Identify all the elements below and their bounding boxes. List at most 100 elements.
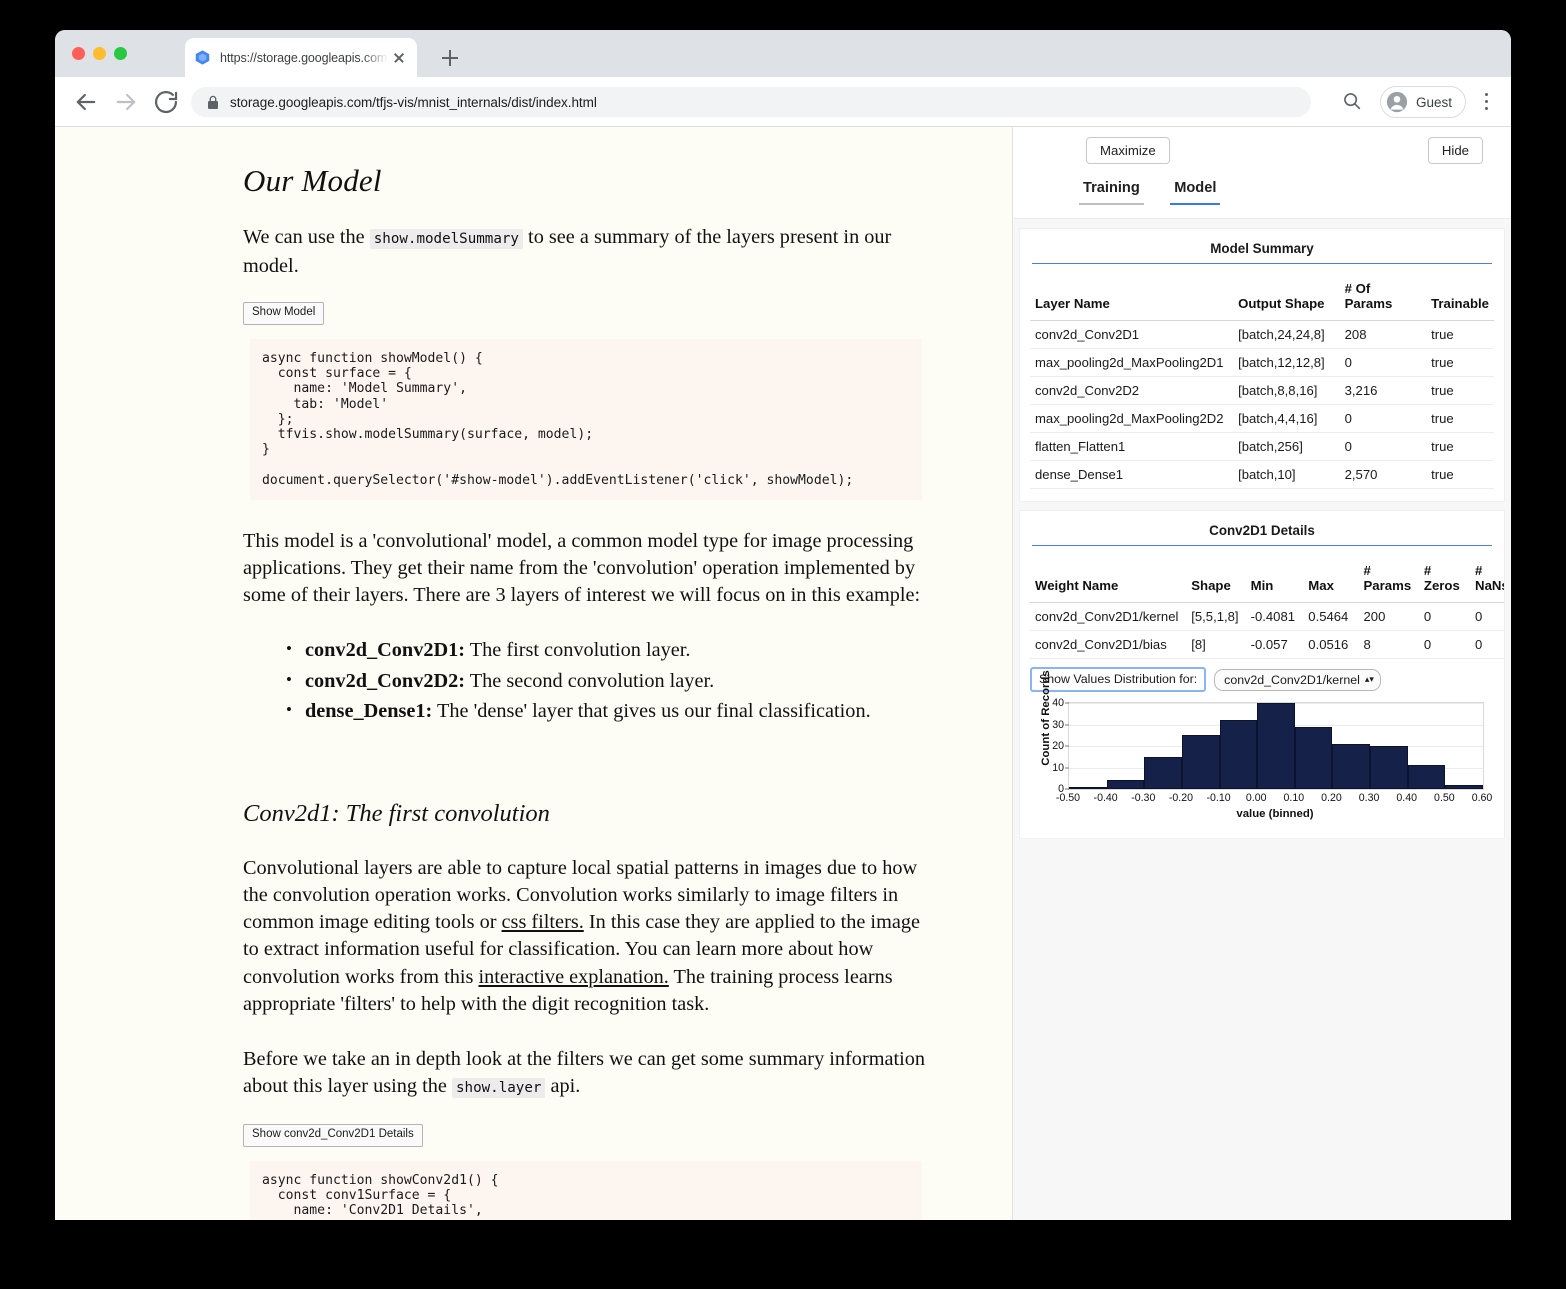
distribution-selector-row: Show Values Distribution for: conv2d_Con… [1030,667,1494,692]
histogram-bar [1407,765,1446,789]
close-window-button[interactable] [72,47,85,60]
page-viewport: Our Model We can use the show.modelSumma… [55,127,1511,1220]
table-cell: 0.0516 [1303,630,1359,659]
table-cell: [5,5,1,8] [1186,602,1246,631]
close-tab-icon[interactable] [390,49,408,67]
y-axis-tick-label: 20 [1052,740,1064,752]
browser-window: https://storage.googleapis.com storage.g… [55,30,1511,1220]
histogram-bar [1144,756,1182,789]
table-cell: flatten_Flatten1 [1030,432,1234,461]
table-cell: conv2d_Conv2D1/kernel [1030,602,1187,631]
table-cell: 0 [1339,348,1427,377]
x-axis-tick-label: 0.40 [1396,792,1418,804]
column-header-num-params: # Of Params [1339,274,1427,321]
maximize-window-button[interactable] [114,47,127,60]
css-filters-link[interactable]: css filters. [502,911,584,933]
layer-name: conv2d_Conv2D1: [305,639,466,662]
table-cell: [batch,256] [1233,432,1340,461]
x-axis-tick-label: 0.50 [1434,792,1455,804]
three-dot-menu-icon[interactable] [1474,89,1498,115]
conv2d1-details-table: Weight Name Shape Min Max # Params # Zer… [1030,556,1504,659]
table-cell: -0.4081 [1245,602,1304,631]
values-distribution-histogram: Count of Records 0 10 20 30 40 -0.50 -0.40 -0.… [1030,670,1496,826]
table-cell: 0 [1418,630,1471,659]
document-pane: Our Model We can use the show.modelSumma… [55,127,1013,1220]
x-axis-tick-label: 0.00 [1245,792,1267,804]
tab-training[interactable]: Training [1079,180,1144,205]
histogram-bar [1370,746,1408,789]
histogram-bar [1257,703,1295,789]
intro-text-before: We can use the [243,226,370,248]
table-cell: -0.057 [1245,630,1304,659]
table-cell: true [1426,432,1494,461]
table-cell: max_pooling2d_MaxPooling2D1 [1030,348,1234,377]
reload-icon[interactable] [152,88,180,116]
table-cell: 0 [1470,630,1504,659]
histogram-x-axis-label: value (binned) [1236,808,1314,820]
column-header-max: Max [1303,556,1359,603]
list-item: conv2d_Conv2D1: The first convolution la… [286,634,1012,666]
show-model-button[interactable]: Show Model [243,302,325,325]
layer-list: conv2d_Conv2D1: The first convolution la… [243,634,1012,727]
table-cell: true [1426,348,1494,377]
zoom-search-icon[interactable] [1341,90,1363,112]
table-row: conv2d_Conv2D1/bias[8]-0.0570.05168000 [1030,630,1504,659]
browser-tab[interactable]: https://storage.googleapis.com [185,38,417,77]
table-cell: 8 [1358,630,1419,659]
table-cell: 0 [1418,602,1471,631]
column-header-min: Min [1245,556,1304,603]
layer-desc: The 'dense' layer that gives us our fina… [432,700,871,723]
show-conv2d-details-button[interactable]: Show conv2d_Conv2D1 Details [243,1124,423,1147]
table-cell: 200 [1358,602,1419,631]
y-axis-tick-label: 40 [1052,697,1064,709]
section-subtitle: Conv2d1: The first convolution [243,799,550,827]
x-axis-tick-label: -0.40 [1093,792,1118,804]
api-text-after: api. [545,1075,581,1098]
column-header-layer-name: Layer Name [1030,274,1234,321]
new-tab-button[interactable] [437,45,463,71]
distribution-label: Show Values Distribution for: [1030,667,1207,692]
address-bar[interactable]: storage.googleapis.com/tfjs-vis/mnist_in… [191,87,1311,117]
table-cell: true [1426,460,1494,489]
x-axis-tick-label: 0.30 [1358,792,1380,804]
interactive-explanation-link[interactable]: interactive explanation. [478,966,668,988]
list-item: dense_Dense1: The 'dense' layer that giv… [286,695,1012,727]
back-arrow-icon[interactable] [72,88,100,116]
x-axis-tick-label: -0.30 [1131,792,1156,804]
maximize-button[interactable]: Maximize [1086,137,1170,165]
layer-desc: The second convolution layer. [465,669,715,692]
table-cell: 0 [1339,432,1427,461]
table-row: conv2d_Conv2D1/kernel [5,5,1,8] -0.4081 0.5… [1030,602,1504,631]
x-axis-tick-label: 0.60 [1471,792,1493,804]
table-cell: true [1426,320,1494,349]
model-summary-table: Layer Name Output Shape # Of Params Trai… [1030,274,1494,489]
tab-model[interactable]: Model [1170,180,1221,205]
column-header-weight-name: Weight Name [1030,556,1187,603]
x-axis-tick-label: -0.50 [1055,792,1081,804]
table-cell: true [1426,404,1494,433]
window-traffic-lights [72,47,127,60]
model-summary-card: Model Summary Layer Name Output Shape # … [1020,229,1504,501]
table-row: max_pooling2d_MaxPooling2D1 [batch,12,12,… [1030,348,1494,377]
y-axis-tick-mark [1065,702,1069,704]
histogram-bar [1069,786,1107,789]
tab-strip: https://storage.googleapis.com [55,30,1511,77]
forward-arrow-icon[interactable] [112,88,140,116]
minimize-window-button[interactable] [93,47,106,60]
table-cell: [batch,4,4,16] [1233,404,1340,433]
y-axis-tick-label: 10 [1052,761,1064,774]
code-block-show-conv2d1: async function showConv2d1() { const con… [250,1160,922,1220]
weight-select-dropdown[interactable]: conv2d_Conv2D1/kernel ▴▾ [1214,668,1381,691]
table-cell: 0.5464 [1303,602,1359,631]
table-cell: 2,570 [1339,460,1427,489]
intro-paragraph: We can use the show.modelSummary to see … [243,224,933,280]
column-header-shape: Shape [1186,556,1246,603]
column-header-trainable: Trainable [1426,274,1494,321]
x-axis-tick-label: 0.10 [1283,792,1305,804]
hide-button[interactable]: Hide [1427,137,1483,165]
address-bar-url: storage.googleapis.com/tfjs-vis/mnist_in… [230,94,597,110]
profile-chip[interactable]: Guest [1379,86,1466,118]
histogram-y-axis-label: Count of Records [1040,670,1052,766]
avatar-icon [1386,91,1408,113]
vis-tab-bar: Training Model [1013,179,1511,219]
